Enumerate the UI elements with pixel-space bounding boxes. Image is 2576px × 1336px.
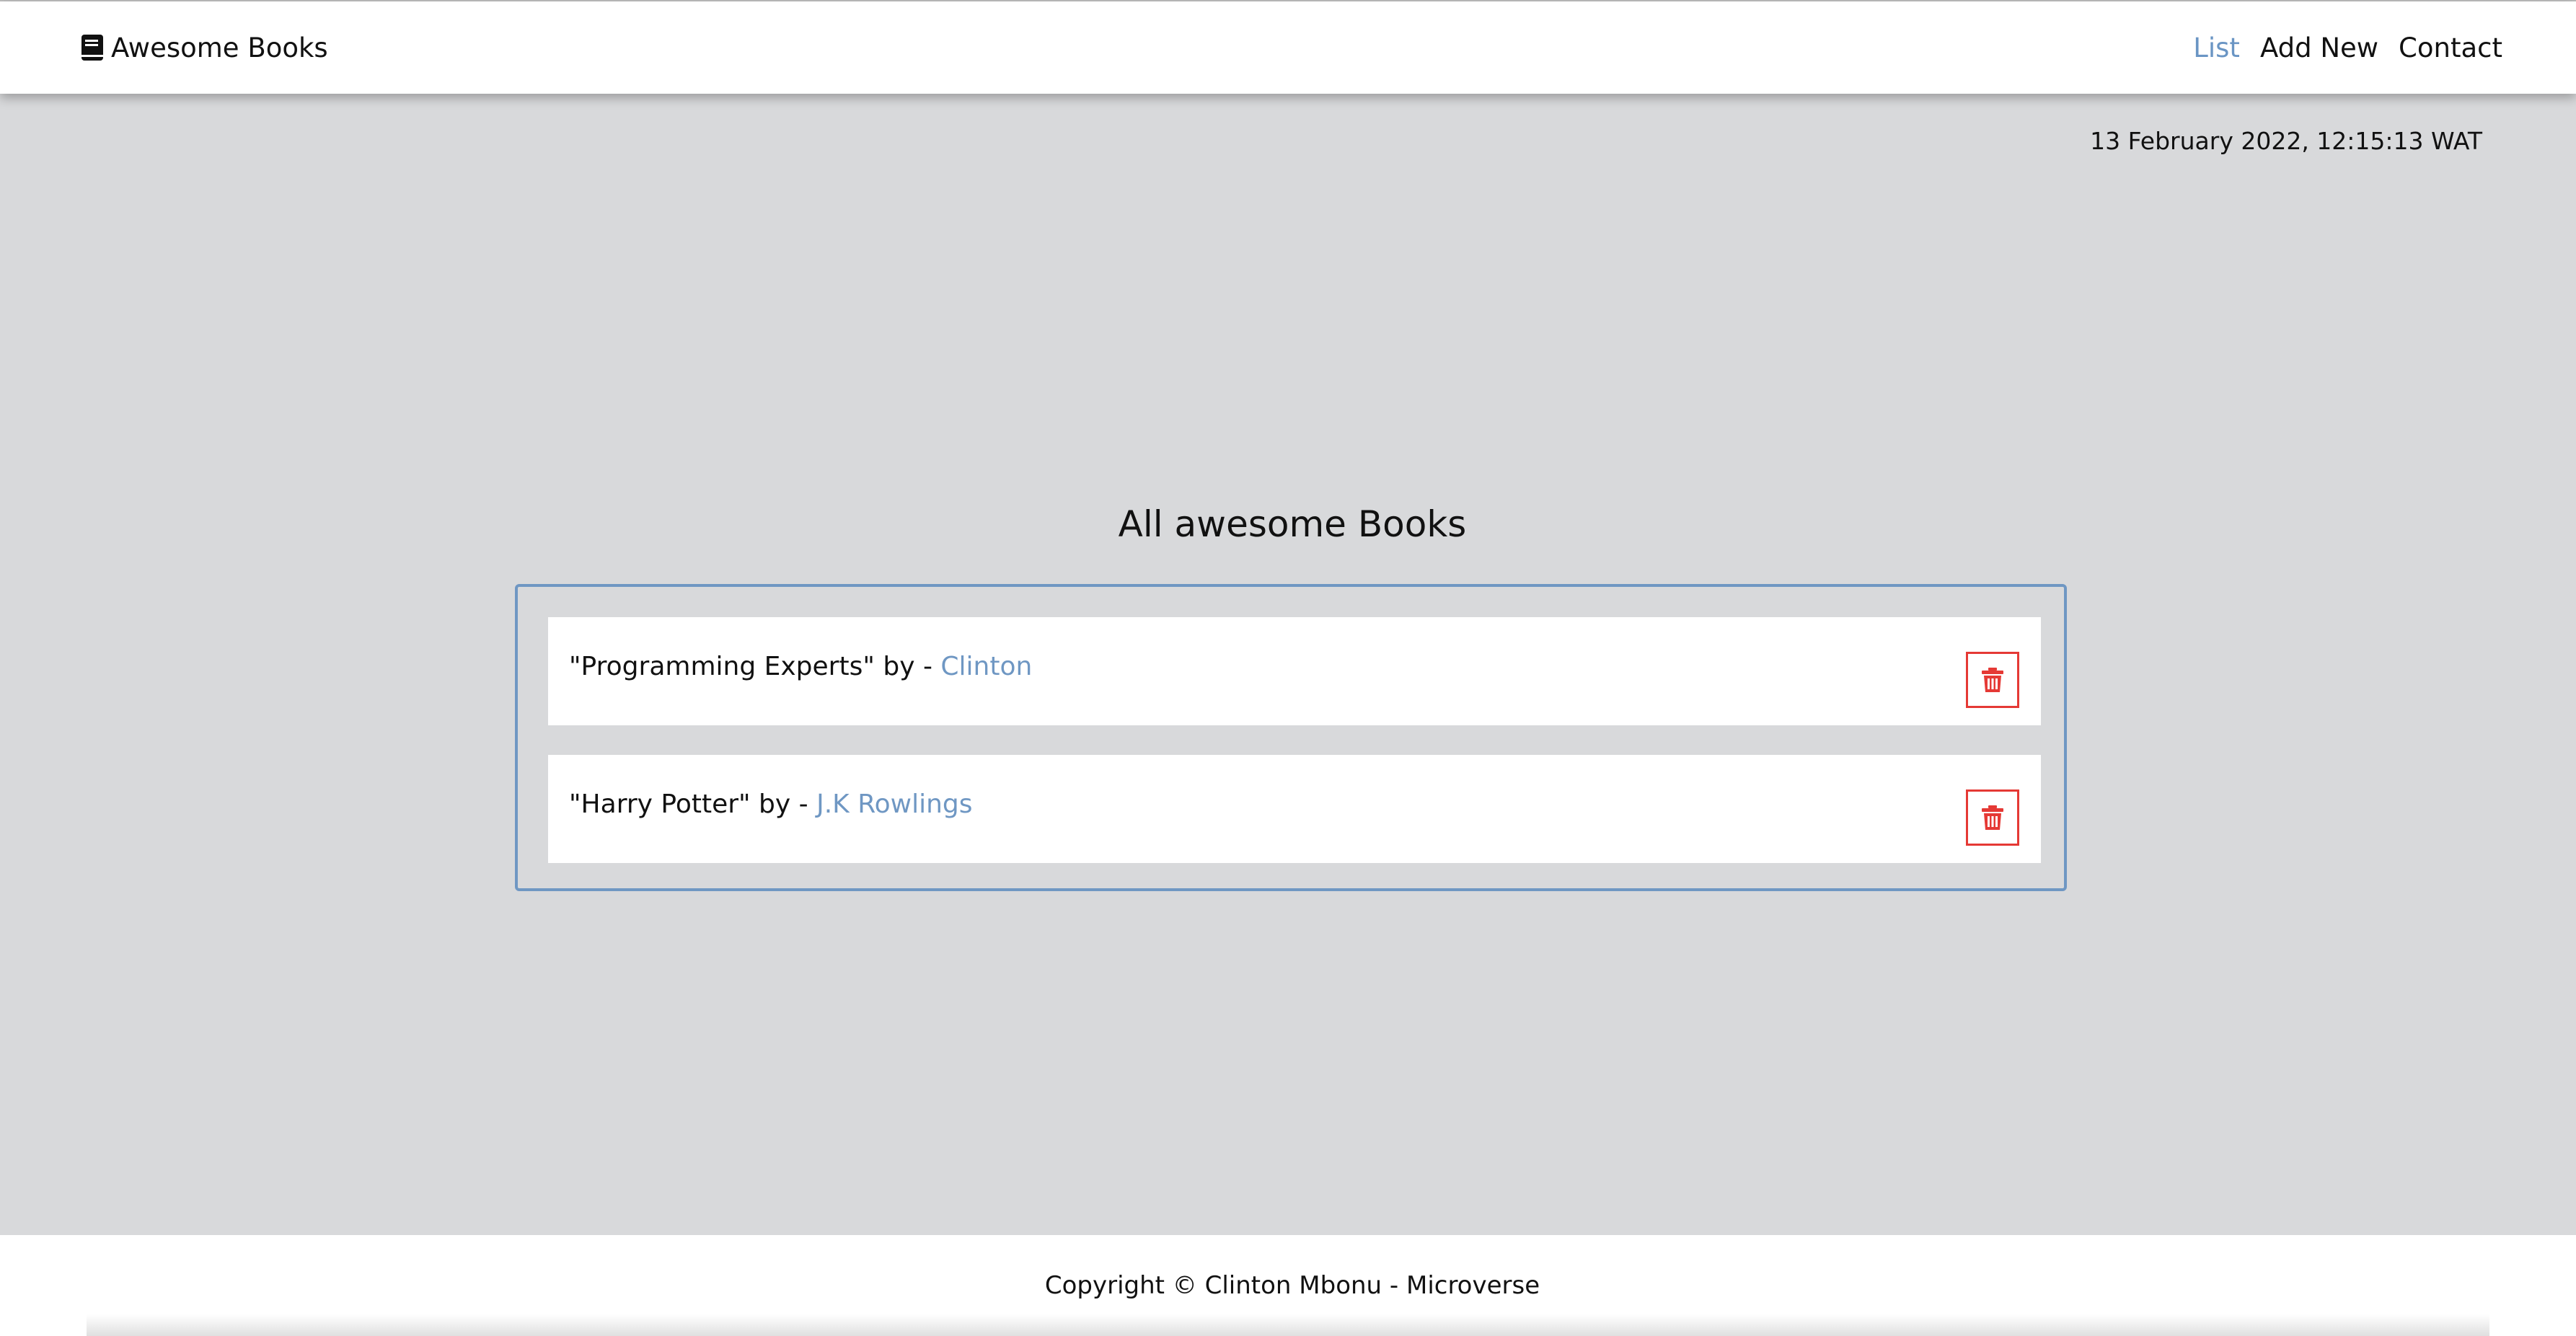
book-author: J.K Rowlings <box>816 789 973 819</box>
book-separator: by - <box>874 652 941 681</box>
footer-copyright: Copyright © Clinton Mbonu - Microverse <box>1044 1271 1540 1300</box>
book-title: "Harry Potter" <box>569 789 751 819</box>
footer-shadow <box>87 1314 2489 1336</box>
book-item: "Programming Experts" by - Clinton <box>548 617 2041 725</box>
trash-icon <box>1982 805 2003 830</box>
current-datetime: 13 February 2022, 12:15:13 WAT <box>2090 127 2482 155</box>
trash-icon <box>1982 668 2003 692</box>
nav-link-add-new[interactable]: Add New <box>2260 32 2378 63</box>
nav-link-list[interactable]: List <box>2193 32 2240 63</box>
book-title: "Programming Experts" <box>569 652 875 681</box>
nav-link-contact[interactable]: Contact <box>2399 32 2502 63</box>
delete-book-button[interactable] <box>1966 789 2019 846</box>
brand[interactable]: Awesome Books <box>81 1 328 94</box>
brand-name: Awesome Books <box>111 32 328 63</box>
book-author: Clinton <box>940 652 1033 681</box>
section-title: All awesome Books <box>1118 503 1467 545</box>
book-entry: "Programming Experts" by - Clinton <box>569 652 1032 681</box>
nav-menu: List Add New Contact <box>2193 1 2502 94</box>
book-icon <box>81 35 103 61</box>
book-list: "Programming Experts" by - Clinton "Harr… <box>515 584 2067 891</box>
footer: Copyright © Clinton Mbonu - Microverse <box>0 1235 2576 1336</box>
delete-book-button[interactable] <box>1966 652 2019 708</box>
book-item: "Harry Potter" by - J.K Rowlings <box>548 755 2041 863</box>
book-separator: by - <box>750 789 817 819</box>
navbar: Awesome Books List Add New Contact <box>0 1 2576 94</box>
book-entry: "Harry Potter" by - J.K Rowlings <box>569 789 973 819</box>
